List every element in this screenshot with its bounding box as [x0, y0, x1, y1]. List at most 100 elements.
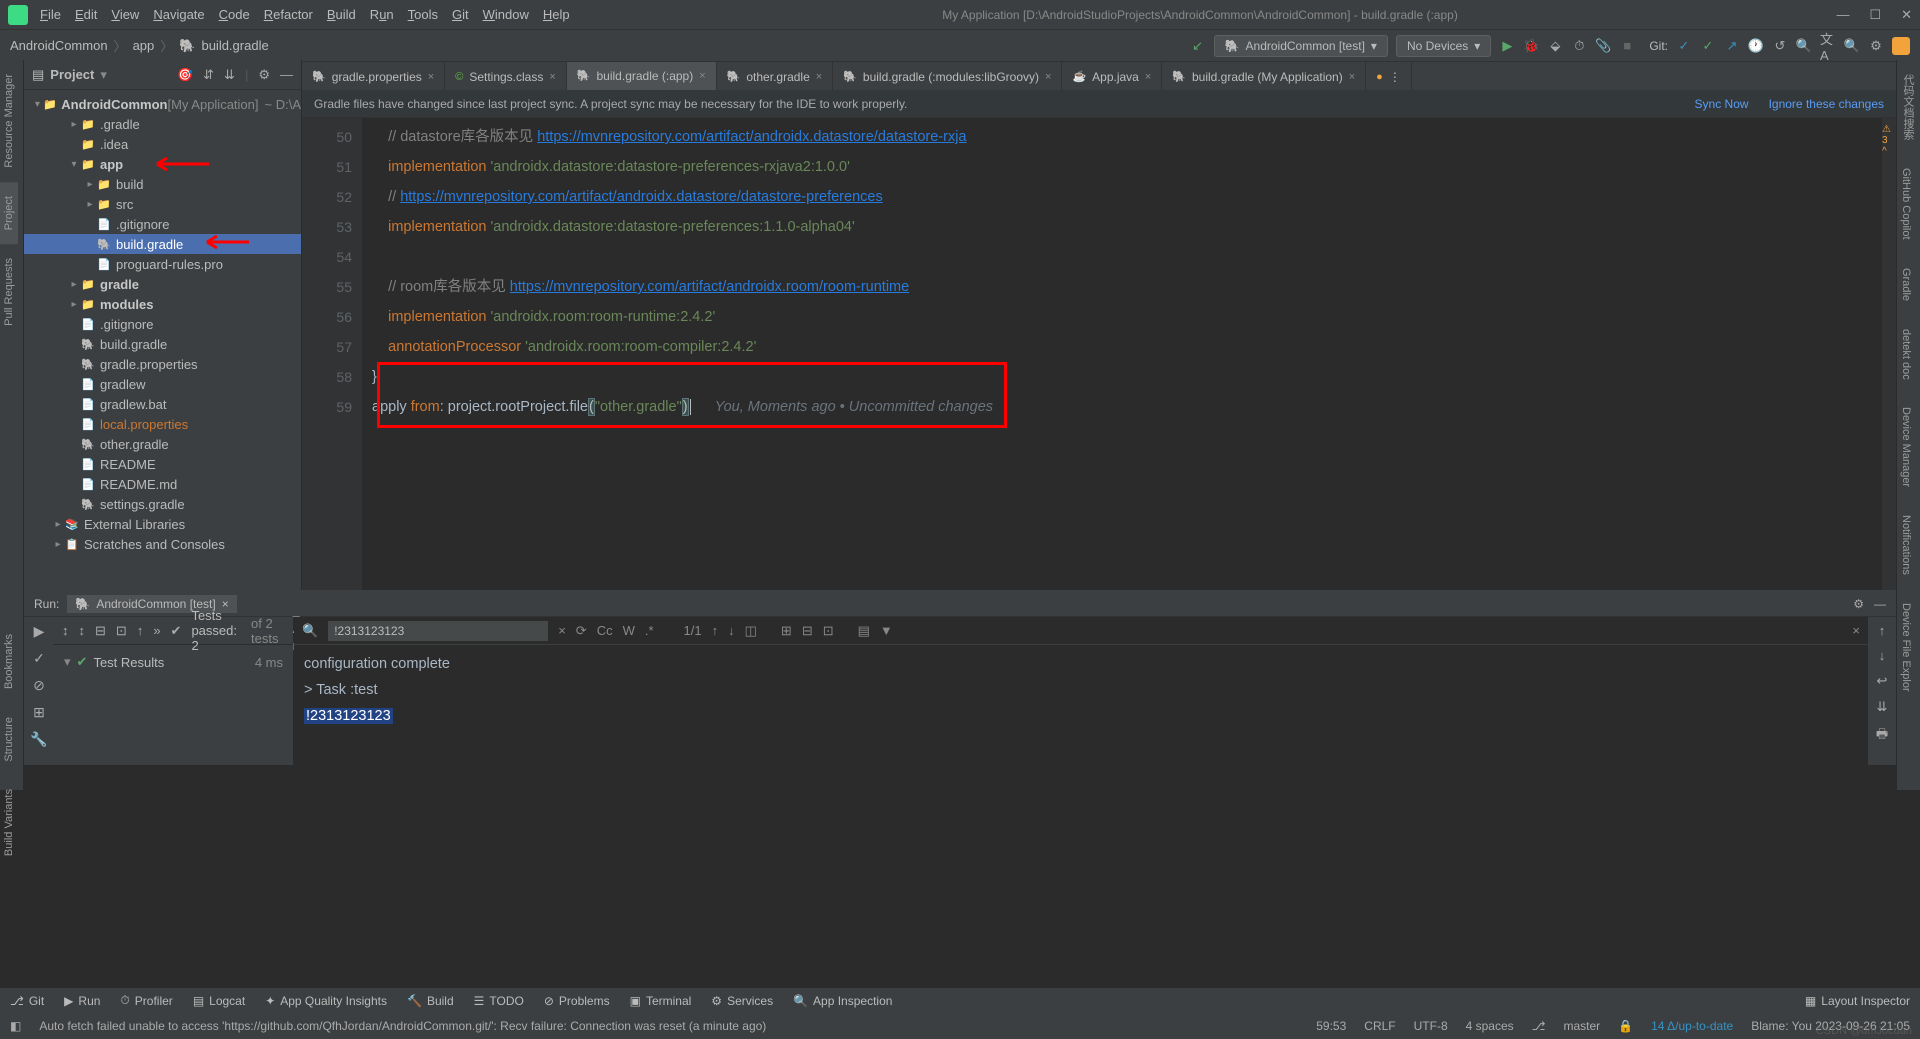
tree-node[interactable]: ▸📁modules — [24, 294, 301, 314]
tabs-more[interactable]: ● ⋮ — [1366, 62, 1412, 92]
down-arrow-icon[interactable]: ↓ — [1879, 648, 1886, 663]
rail-device-manager[interactable]: Device Manager — [1897, 393, 1915, 501]
editor-tab[interactable]: 🐘gradle.properties× — [302, 62, 445, 92]
menu-tools[interactable]: Tools — [408, 7, 438, 22]
menu-view[interactable]: View — [111, 7, 139, 22]
editor-tab[interactable]: 🐘build.gradle (:app)× — [567, 62, 717, 92]
funnel-icon[interactable]: ▼ — [880, 623, 893, 638]
minimize-icon[interactable]: — — [1836, 7, 1849, 23]
menu-code[interactable]: Code — [219, 7, 250, 22]
tree-node[interactable]: ▸📁build — [24, 174, 301, 194]
tree-node[interactable]: 📄gradlew — [24, 374, 301, 394]
console-search-input[interactable] — [328, 621, 548, 641]
profile-icon[interactable]: ⏱ — [1571, 38, 1587, 54]
delta-status[interactable]: 14 Δ/up-to-date — [1651, 1019, 1733, 1033]
menu-refactor[interactable]: Refactor — [264, 7, 313, 22]
error-stripe[interactable]: ⚠ 3 ^ — [1882, 118, 1896, 590]
rerun-icon[interactable]: ▶ — [34, 623, 45, 640]
commit-icon[interactable]: ✓ — [1700, 38, 1716, 54]
lock-icon[interactable]: 🔒 — [1618, 1019, 1633, 1033]
prev-match-icon[interactable]: ↑ — [712, 623, 719, 638]
push-icon[interactable]: ↗ — [1724, 38, 1740, 54]
sync-arrow-icon[interactable]: ↙ — [1190, 38, 1206, 54]
editor-tab[interactable]: 🐘build.gradle (:modules:libGroovy)× — [833, 62, 1062, 92]
rail-resource-manager[interactable]: Resource Manager — [0, 60, 18, 182]
search-everywhere-icon[interactable]: 🔍 — [1844, 38, 1860, 54]
up-arrow-icon[interactable]: ↑ — [1879, 623, 1886, 638]
rail-device-file-explorer[interactable]: Device File Explor — [1897, 589, 1915, 706]
more-icon[interactable]: » — [153, 623, 160, 638]
gear-icon[interactable]: ⚙ — [1853, 597, 1864, 611]
editor-tab[interactable]: ☕App.java× — [1062, 62, 1162, 92]
tree-node[interactable]: ▸📁gradle — [24, 274, 301, 294]
warning-indicator-icon[interactable]: ⚠ 3 ^ — [1882, 124, 1894, 157]
print-icon[interactable]: 🖶 — [1876, 725, 1888, 747]
toggle-icon[interactable]: ✓ — [33, 650, 45, 667]
menu-file[interactable]: File — [40, 7, 61, 22]
tree-node[interactable]: 📄gradlew.bat — [24, 394, 301, 414]
bottom-tool-app-inspection[interactable]: 🔍App Inspection — [793, 994, 892, 1008]
code-content[interactable]: // datastore库各版本见 https://mvnrepository.… — [362, 118, 1896, 590]
tree-node[interactable]: ▸📁src — [24, 194, 301, 214]
close-icon[interactable]: × — [1349, 71, 1355, 83]
line-ending[interactable]: CRLF — [1364, 1019, 1395, 1033]
bottom-tool-app-quality-insights[interactable]: ✦App Quality Insights — [265, 994, 387, 1008]
tree-node[interactable]: 📄proguard-rules.pro — [24, 254, 301, 274]
regex2-icon[interactable]: .* — [645, 623, 654, 638]
bottom-tool-problems[interactable]: ⊘Problems — [544, 994, 610, 1008]
filter-funnel-icon[interactable]: ▤ — [858, 623, 870, 639]
tree-node[interactable]: ▸📁.gradle — [24, 114, 301, 134]
breadcrumb-item[interactable]: AndroidCommon — [10, 38, 108, 53]
tree-node[interactable]: ▸📋Scratches and Consoles — [24, 534, 301, 554]
stop-icon[interactable]: ⊘ — [33, 677, 45, 694]
next-match-icon[interactable]: ↓ — [728, 623, 735, 638]
branch-name[interactable]: master — [1563, 1019, 1600, 1033]
tree-node[interactable]: 🐘build.gradle — [24, 234, 301, 254]
tree-node[interactable]: 📁.idea — [24, 134, 301, 154]
menu-build[interactable]: Build — [327, 7, 356, 22]
avatar-icon[interactable] — [1892, 37, 1910, 55]
collapse-all-icon[interactable]: ⊡ — [116, 623, 127, 639]
menu-git[interactable]: Git — [452, 7, 469, 22]
locate-icon[interactable]: 🎯 — [177, 67, 193, 83]
rollback-icon[interactable]: ↺ — [1772, 38, 1788, 54]
bottom-tool-run[interactable]: ▶Run — [64, 994, 100, 1008]
filter-icon-1[interactable]: ⊞ — [781, 623, 792, 639]
up-icon[interactable]: ↑ — [137, 623, 144, 638]
devices-dropdown[interactable]: No Devices ▾ — [1396, 35, 1491, 57]
case-icon[interactable]: Cc — [597, 623, 613, 638]
bottom-tool-logcat[interactable]: ▤Logcat — [193, 994, 245, 1008]
bottom-tool-terminal[interactable]: ▣Terminal — [630, 994, 692, 1008]
gear-icon[interactable]: ⚙ — [258, 67, 270, 83]
history-icon[interactable]: 🕐 — [1748, 38, 1764, 54]
menu-navigate[interactable]: Navigate — [153, 7, 204, 22]
expand-all-icon[interactable]: ⊟ — [95, 623, 106, 639]
close-icon[interactable]: × — [549, 71, 555, 83]
editor-tab[interactable]: 🐘build.gradle (My Application)× — [1162, 62, 1366, 92]
attach-icon[interactable]: 📎 — [1595, 38, 1611, 54]
tree-node[interactable]: 🐘settings.gradle — [24, 494, 301, 514]
scroll-icon[interactable]: ⇊ — [1877, 699, 1888, 715]
tree-node[interactable]: 🐘build.gradle — [24, 334, 301, 354]
editor-tab[interactable]: 🐘other.gradle× — [717, 62, 834, 92]
indent[interactable]: 4 spaces — [1466, 1019, 1514, 1033]
debug-icon[interactable]: 🐞 — [1523, 38, 1539, 54]
tree-node[interactable]: 📄README — [24, 454, 301, 474]
code-editor[interactable]: 50515253545556575859 // datastore库各版本见 h… — [302, 118, 1896, 590]
tree-node[interactable]: 📄.gitignore — [24, 214, 301, 234]
rail-build-variants[interactable]: Build Variants — [0, 775, 18, 870]
tree-node[interactable]: ▸📚External Libraries — [24, 514, 301, 534]
close-icon[interactable]: × — [428, 71, 434, 83]
console-output[interactable]: configuration complete > Task :test !231… — [294, 645, 1868, 765]
collapse-icon[interactable]: ⇊ — [224, 67, 235, 83]
menu-edit[interactable]: Edit — [75, 7, 97, 22]
regex-icon[interactable]: ⟳ — [576, 623, 587, 639]
test-result-row[interactable]: ▾ ✔ Test Results 4 ms — [64, 651, 283, 673]
run-config-dropdown[interactable]: 🐘 AndroidCommon [test] ▾ — [1214, 35, 1388, 57]
tree-root[interactable]: ▾📁AndroidCommon [My Application] ~ D:\A — [24, 94, 301, 114]
wrap-icon[interactable]: ↩ — [1877, 673, 1888, 689]
menu-help[interactable]: Help — [543, 7, 570, 22]
editor-tab[interactable]: ©Settings.class× — [445, 62, 567, 92]
wrench-icon[interactable]: 🔧 — [30, 731, 47, 748]
update-icon[interactable]: ✓ — [1676, 38, 1692, 54]
